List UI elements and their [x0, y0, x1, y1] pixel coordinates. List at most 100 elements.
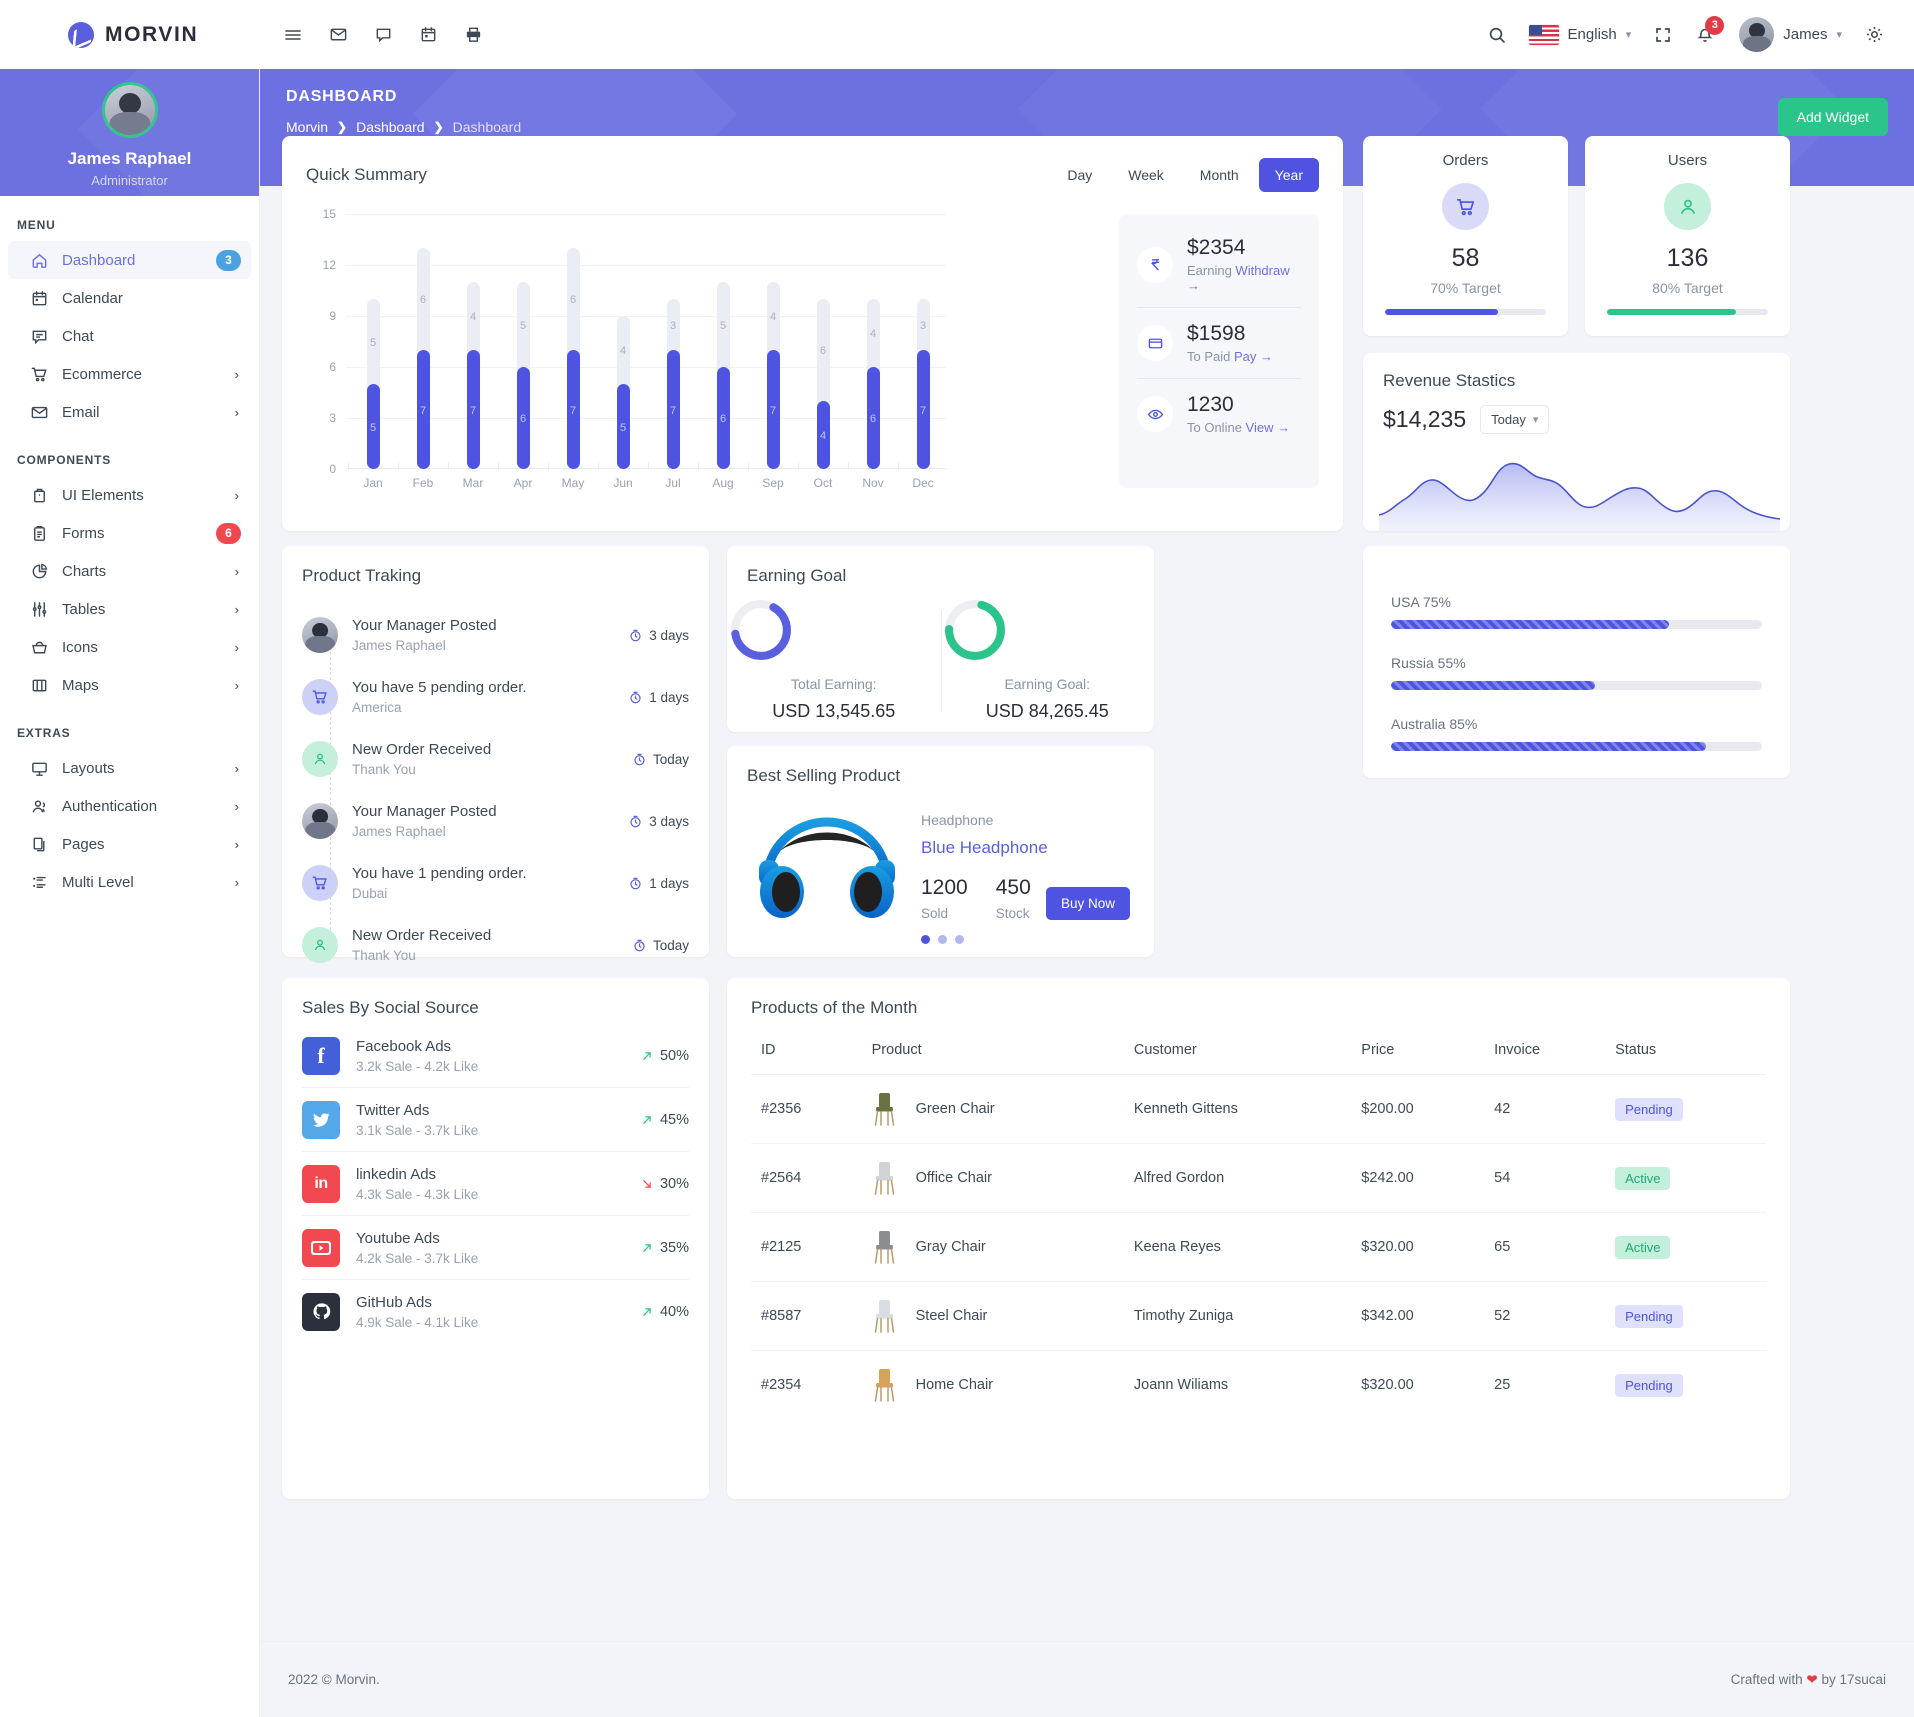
chart-bar-secondary-label: 6: [419, 294, 427, 306]
list-item[interactable]: New Order Received Thank You Today: [302, 728, 689, 790]
user-menu[interactable]: James ▾: [1729, 11, 1852, 58]
social-source-row[interactable]: f Facebook Ads 3.2k Sale - 4.2k Like 50%: [282, 1024, 709, 1087]
carousel-dots[interactable]: [921, 935, 1134, 944]
social-source-row[interactable]: Twitter Ads 3.1k Sale - 3.7k Like 45%: [282, 1088, 709, 1151]
carousel-dot-3[interactable]: [955, 935, 964, 944]
social-percent: 30%: [640, 1176, 689, 1192]
quick-summary-stat-row[interactable]: $1598 To Paid Pay →: [1119, 308, 1319, 378]
chart-bar-primary-label: 7: [919, 404, 927, 417]
social-icon: [302, 1100, 340, 1139]
quick-summary-tab-month[interactable]: Month: [1184, 158, 1255, 192]
fullscreen-icon[interactable]: [1645, 17, 1681, 53]
hamburger-icon[interactable]: [275, 17, 311, 53]
briefcase-icon: [30, 486, 58, 505]
quick-summary-tab-week[interactable]: Week: [1112, 158, 1180, 192]
chart-bar-secondary-label: 5: [719, 319, 727, 332]
calendar-icon[interactable]: [410, 17, 446, 53]
chart-bar-secondary-label: 4: [769, 311, 777, 323]
sidebar-item-ui-elements[interactable]: UI Elements ›: [8, 476, 251, 514]
quick-summary-stat-row[interactable]: $2354 Earning Withdraw →: [1119, 222, 1319, 307]
earning-goal-donut: [944, 600, 1005, 660]
social-source-row[interactable]: in linkedin Ads 4.3k Sale - 4.3k Like 30%: [282, 1152, 709, 1215]
list-item-title: Your Manager Posted: [352, 617, 497, 634]
social-name: GitHub Ads: [356, 1293, 432, 1311]
add-widget-button[interactable]: Add Widget: [1777, 98, 1888, 136]
sidebar-item-multi-level[interactable]: Multi Level ›: [8, 863, 251, 901]
revenue-range-label: Today: [1491, 412, 1526, 427]
chart-bar-secondary-label: 4: [469, 311, 477, 323]
chart-bar-column: 64: [802, 214, 844, 469]
users-stat-card: Users 136 80% Target: [1585, 136, 1790, 336]
sidebar-item-label: Charts: [62, 562, 107, 580]
breadcrumb-item-1[interactable]: Dashboard: [356, 119, 425, 135]
product-name[interactable]: Blue Headphone: [921, 838, 1134, 858]
footer-copyright: 2022 © Morvin.: [288, 1672, 380, 1687]
sidebar-item-icons[interactable]: Icons ›: [8, 628, 251, 666]
chart-bar-column: 67: [552, 214, 594, 469]
language-selector[interactable]: English ▾: [1519, 19, 1642, 51]
table-row[interactable]: #2125 Gray Chair Keena Reyes $320.00 65 Activ…: [751, 1212, 1766, 1282]
sidebar-item-authentication[interactable]: Authentication ›: [8, 787, 251, 825]
sidebar-item-forms[interactable]: Forms 6: [8, 514, 251, 552]
sidebar-item-dashboard[interactable]: Dashboard 3: [8, 241, 251, 279]
quick-summary-tab-day[interactable]: Day: [1051, 158, 1108, 192]
brand-logo[interactable]: MORVIN: [0, 21, 260, 48]
social-source-row[interactable]: GitHub Ads 4.9k Sale - 4.1k Like 40%: [282, 1280, 709, 1343]
sidebar-item-layouts[interactable]: Layouts ›: [8, 749, 251, 787]
list-item[interactable]: You have 1 pending order. Dubai 1 days: [302, 852, 689, 914]
table-row[interactable]: #8587 Steel Chair Timothy Zuniga $342.00 52 P…: [751, 1281, 1766, 1351]
product-name: Steel Chair: [915, 1308, 988, 1324]
sidebar-item-tables[interactable]: Tables ›: [8, 590, 251, 628]
chevron-right-icon: ›: [234, 601, 239, 617]
table-row[interactable]: #2354 Home Chair Joann Wiliams $320.00 25 Pen…: [751, 1351, 1766, 1420]
list-item[interactable]: Your Manager Posted James Raphael 3 days: [302, 604, 689, 666]
quick-summary-stat-row[interactable]: 1230 To Online View →: [1119, 379, 1319, 449]
sidebar-item-ecommerce[interactable]: Ecommerce ›: [8, 355, 251, 393]
sidebar-item-label: Calendar: [62, 289, 123, 307]
chart-bar-column: 37: [652, 214, 694, 469]
list-icon: [30, 873, 58, 892]
breadcrumb-item-0[interactable]: Morvin: [286, 119, 328, 135]
sold-block: 1200 Sold: [921, 876, 968, 921]
list-item-subtitle: Thank You: [352, 762, 416, 777]
cell-product: Office Chair: [861, 1143, 1124, 1213]
sidebar-item-label: Tables: [62, 600, 106, 618]
avatar[interactable]: [101, 82, 158, 138]
home-icon: [30, 251, 58, 270]
revenue-amount: $14,235: [1383, 406, 1467, 432]
buy-now-button[interactable]: Buy Now: [1045, 887, 1130, 920]
sidebar-item-calendar[interactable]: Calendar: [8, 279, 251, 317]
morvin-logo-icon: [68, 21, 94, 48]
sidebar-item-charts[interactable]: Charts ›: [8, 552, 251, 590]
sidebar-item-maps[interactable]: Maps ›: [8, 666, 251, 704]
print-icon[interactable]: [455, 17, 491, 53]
revenue-range-select[interactable]: Today ▾: [1480, 405, 1550, 434]
chat-icon[interactable]: [365, 17, 401, 53]
carousel-dot-1[interactable]: [921, 935, 930, 944]
search-icon[interactable]: [1479, 17, 1515, 53]
cell-id: #2356: [751, 1074, 862, 1144]
list-item[interactable]: Your Manager Posted James Raphael 3 days: [302, 790, 689, 852]
x-axis-tick: Sep: [762, 476, 784, 490]
gear-icon[interactable]: [1856, 17, 1892, 53]
revenue-statistics-card: Revenue Stastics $14,235 Today ▾: [1363, 353, 1790, 531]
sidebar-item-label: Email: [62, 403, 100, 421]
chair-icon: [872, 1091, 898, 1127]
table-row[interactable]: #2564 Office Chair Alfred Gordon $242.00 54 A…: [751, 1143, 1766, 1213]
x-axis-tick: Oct: [813, 476, 833, 490]
notifications-button[interactable]: 3: [1685, 15, 1725, 55]
sidebar-item-email[interactable]: Email ›: [8, 393, 251, 431]
x-axis-tick: Jun: [613, 476, 633, 490]
carousel-dot-2[interactable]: [938, 935, 947, 944]
profile-name: James Raphael: [67, 149, 192, 168]
mail-icon[interactable]: [320, 17, 356, 53]
list-item[interactable]: New Order Received Thank You Today: [302, 914, 689, 976]
sidebar-item-chat[interactable]: Chat: [8, 317, 251, 355]
list-item[interactable]: You have 5 pending order. America 1 days: [302, 666, 689, 728]
social-source-row[interactable]: Youtube Ads 4.2k Sale - 3.7k Like 35%: [282, 1216, 709, 1279]
table-row[interactable]: #2356 Green Chair Kenneth Gittens $200.00 42…: [751, 1074, 1766, 1144]
quick-summary-tab-year[interactable]: Year: [1258, 158, 1319, 192]
sidebar-item-pages[interactable]: Pages ›: [8, 825, 251, 863]
cell-product: Green Chair: [861, 1074, 1124, 1144]
social-stats: 4.3k Sale - 4.3k Like: [356, 1186, 479, 1202]
